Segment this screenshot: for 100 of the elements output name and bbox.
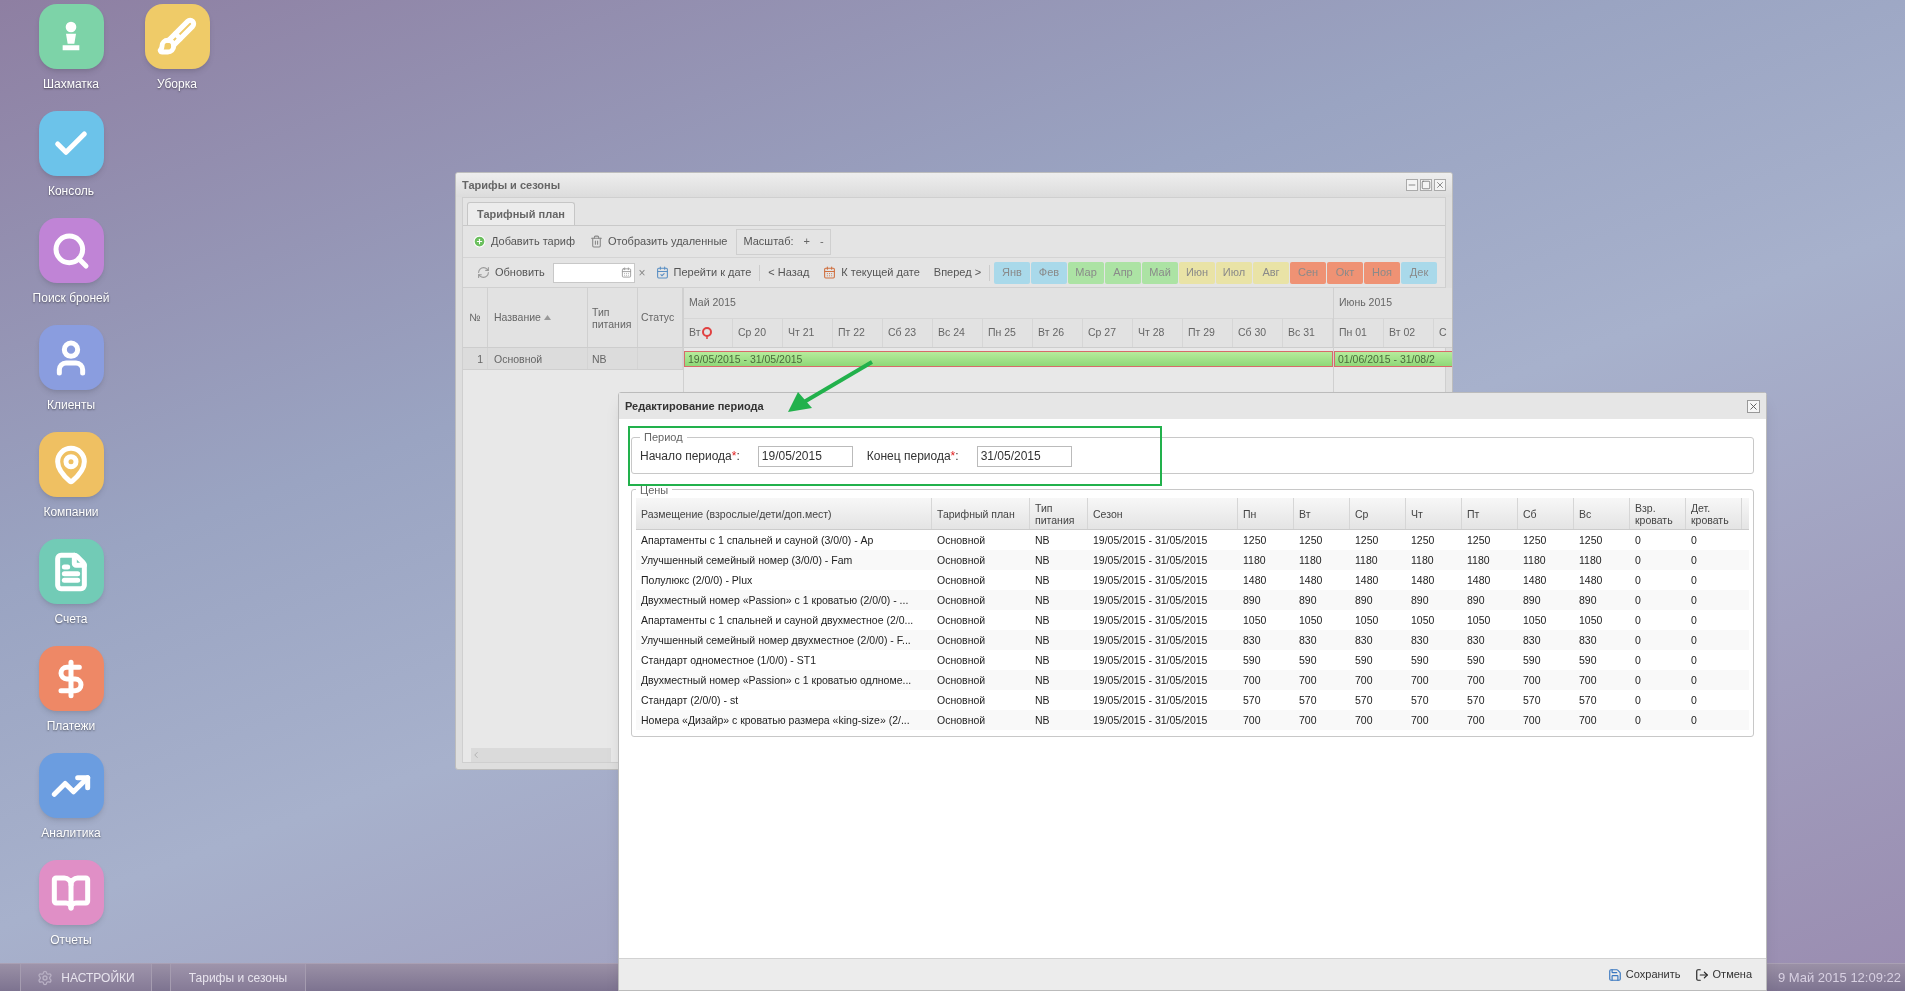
column-header[interactable]: Тип питания [588,288,638,347]
app-icon[interactable] [38,753,104,818]
column-header[interactable]: Чт [1406,498,1462,529]
column-header[interactable]: № [463,288,488,347]
table-cell: 1050 [1355,614,1379,626]
table-cell: 1250 [1299,534,1323,546]
table-cell: 590 [1299,654,1317,666]
date-input[interactable]: 31/05/2015 [976,445,1072,467]
cancel-button[interactable]: Отмена [1692,966,1754,983]
day-column-header[interactable]: Пт 29 [1183,318,1233,347]
table-cell: NB [1035,574,1050,586]
table-cell: 1250 [1467,534,1491,546]
column-header[interactable]: Вс [1574,498,1630,529]
date-field[interactable] [552,262,635,283]
column-header[interactable]: Дет. кровать [1686,498,1742,529]
column-header[interactable]: Пн [1238,498,1294,529]
exit-icon [1694,967,1709,982]
column-header[interactable]: Сезон [1088,498,1238,529]
app-icon[interactable] [38,539,104,604]
table-cell: 0 [1691,714,1697,726]
minimize-icon[interactable] [1406,179,1418,191]
day-column-header[interactable]: Вт 02 [1384,318,1434,347]
month-button[interactable]: Июл [1216,261,1252,284]
table-cell: 19/05/2015 - 31/05/2015 [1093,674,1208,686]
table-cell: 1050 [1411,614,1435,626]
column-header[interactable]: Пт [1462,498,1518,529]
day-column-header[interactable]: Чт 21 [783,318,833,347]
day-column-header[interactable]: Вт [684,318,733,347]
column-header[interactable]: Сб [1518,498,1574,529]
close-icon[interactable] [1434,179,1446,191]
save-icon [1607,967,1622,982]
day-column-header[interactable]: Вт 26 [1033,318,1083,347]
app-label[interactable]: Шахматка [43,75,99,93]
show-deleted-button[interactable]: Отобразить удаленные [584,229,734,254]
table-cell: Основной [937,634,986,646]
column-header[interactable]: Размещение (взрослые/дети/доп.мест) [636,498,932,529]
clock: 9 Май 2015 12:09:22 [1777,968,1901,987]
column-header[interactable]: Тарифный план [932,498,1030,529]
app-icon[interactable] [144,4,210,69]
table-cell: 0 [1635,674,1641,686]
save-button[interactable]: Сохранить [1605,966,1683,983]
refresh-button[interactable]: Обновить [471,260,551,285]
period-bar[interactable]: 19/05/2015 - 31/05/2015 [684,351,1333,367]
column-header[interactable]: Вт [1294,498,1350,529]
app-icon[interactable] [38,646,104,711]
column-header[interactable]: Ср [1350,498,1406,529]
app-icon[interactable] [38,4,104,69]
calendar-icon[interactable] [620,267,632,278]
day-column-header[interactable]: Сб 30 [1233,318,1283,347]
day-column-header[interactable]: Вс 31 [1283,318,1333,347]
column-header[interactable]: Взр. кровать [1630,498,1686,529]
taskbar-button[interactable]: Тарифы и сезоны [170,964,306,991]
add-tariff-button[interactable]: Добавить тариф [467,229,581,254]
day-column-header[interactable]: Вс 24 [933,318,983,347]
go-to-date-button[interactable]: Перейти к дате [649,260,758,285]
day-column-header[interactable]: Пт 22 [833,318,883,347]
app-icon[interactable] [38,111,104,176]
app-icon[interactable] [38,860,104,925]
table-cell: Основной [937,674,986,686]
column-header[interactable]: Название [488,288,588,347]
app-label[interactable]: Консоль [47,182,95,200]
table-cell: 830 [1355,634,1373,646]
column-header[interactable]: Тип питания [1030,498,1088,529]
zoom-out-button[interactable]: - [820,233,824,250]
month-button[interactable]: Мар [1068,261,1104,284]
day-column-header[interactable]: Ср 20 [733,318,783,347]
app-icon[interactable] [38,432,104,497]
day-column-header[interactable]: Сб 23 [883,318,933,347]
app-label[interactable]: Поиск броней [32,289,110,307]
app-label[interactable]: Компании [43,503,99,521]
app-icon[interactable] [38,218,104,283]
clear-button[interactable]: × [636,263,648,282]
app-label[interactable]: Уборка [157,75,197,93]
table-cell: 19/05/2015 - 31/05/2015 [1093,594,1208,606]
today-button[interactable]: К текущей дате [817,260,926,285]
back-button[interactable]: < Назад [762,260,816,285]
date-input[interactable]: 19/05/2015 [757,445,853,467]
gear-icon [37,969,54,986]
column-header[interactable]: Статус [638,288,683,347]
month-button[interactable]: Авг [1253,261,1289,284]
maximize-icon[interactable] [1420,179,1432,191]
month-button[interactable]: Июн [1179,261,1215,284]
app-label[interactable]: Клиенты [46,396,96,414]
tab[interactable]: Тарифный план [467,202,575,225]
day-column-header[interactable]: Ср 27 [1083,318,1133,347]
zoom-in-button[interactable]: + [803,233,810,250]
day-column-header[interactable]: Пн 01 [1334,318,1384,347]
forward-button[interactable]: Вперед > [927,260,988,285]
day-column-header[interactable]: Чт 28 [1133,318,1183,347]
month-button[interactable]: Май [1142,261,1178,284]
period-bar[interactable]: 01/06/2015 - 31/08/2 [1334,351,1452,367]
close-icon[interactable] [1747,399,1760,413]
taskbar-button[interactable]: НАСТРОЙКИ [20,964,152,991]
app-icon[interactable] [38,325,104,390]
app-label[interactable]: Счета [54,610,88,628]
day-column-header[interactable]: С [1434,318,1452,347]
table-cell: NB [1035,594,1050,606]
day-column-header[interactable]: Пн 25 [983,318,1033,347]
table-cell: 0 [1691,694,1697,706]
table-cell: Стандарт (2/0/0) - st [641,694,739,706]
